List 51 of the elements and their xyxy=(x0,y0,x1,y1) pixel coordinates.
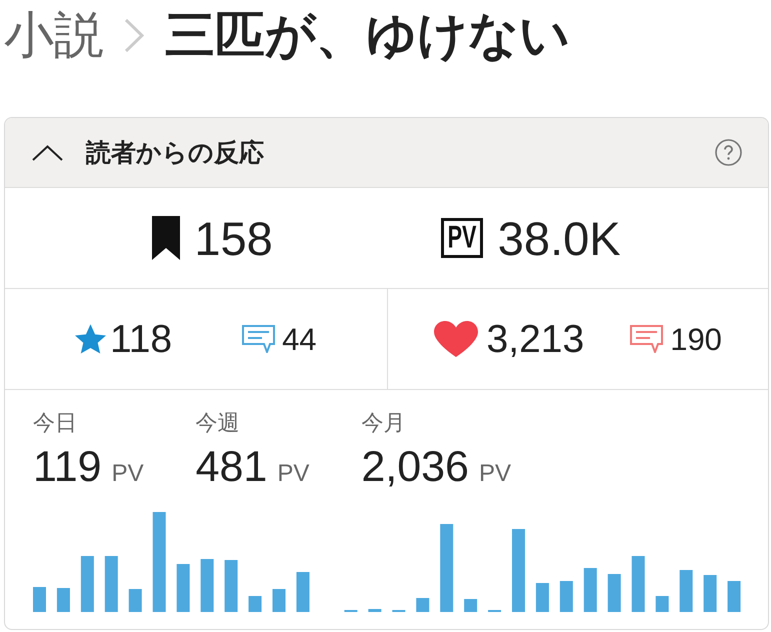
chart-bar xyxy=(704,575,717,612)
chart-bar xyxy=(608,574,621,612)
period-label: 今週 xyxy=(196,410,241,436)
chart-bar xyxy=(560,581,573,612)
bookmark-icon xyxy=(152,216,180,260)
page-view-count: 119 xyxy=(33,446,102,489)
page-view-count: 481 xyxy=(196,446,268,489)
heart-icon xyxy=(434,321,478,357)
period-label: 今日 xyxy=(33,410,78,436)
pv-unit: PV xyxy=(277,462,310,486)
panel-header[interactable]: 読者からの反応 xyxy=(5,118,768,187)
chart-bar xyxy=(128,589,142,612)
pv-unit: PV xyxy=(112,462,144,486)
page-view-count: 2,036 xyxy=(361,446,469,489)
chart-bar xyxy=(224,560,238,612)
chart-bar xyxy=(656,596,669,612)
chart-bar xyxy=(56,588,70,612)
comment-icon xyxy=(242,325,276,353)
chart-bar xyxy=(296,572,310,612)
star-icon xyxy=(74,324,106,354)
chart-bar xyxy=(584,568,597,612)
comment-count: 190 xyxy=(670,324,722,354)
heart-count: 3,213 xyxy=(486,320,584,358)
page-view-total: 38.0K xyxy=(498,214,621,262)
chart-bar xyxy=(104,556,118,612)
chart-bar xyxy=(200,559,214,612)
comment-icon xyxy=(630,325,664,353)
chart-bar xyxy=(464,599,478,612)
chart-bar xyxy=(728,581,741,612)
star-count: 118 xyxy=(110,320,172,358)
chart-bar xyxy=(176,564,190,612)
help-icon[interactable] xyxy=(715,139,742,166)
chart-bar xyxy=(416,598,430,612)
pv-label: PV xyxy=(440,218,483,258)
chevron-up-icon[interactable] xyxy=(32,144,63,160)
chart-bar xyxy=(368,609,382,612)
chevron-right-icon xyxy=(124,18,144,52)
breadcrumb-link[interactable]: 小説 xyxy=(4,0,104,70)
chart-bar xyxy=(632,556,645,612)
chart-bar xyxy=(248,596,262,612)
chart-bar xyxy=(80,556,94,612)
pv-unit: PV xyxy=(478,462,511,486)
period-label: 今月 xyxy=(361,410,406,436)
comment-count: 44 xyxy=(282,324,317,354)
chart-bar xyxy=(33,587,46,612)
bookmark-count: 158 xyxy=(194,214,273,262)
panel-title: 読者からの反応 xyxy=(86,138,265,169)
page-title: 三匹が、ゆけない xyxy=(165,6,570,65)
chart-bar xyxy=(272,589,286,612)
chart-bar xyxy=(680,570,693,612)
chart-bar xyxy=(536,583,549,612)
